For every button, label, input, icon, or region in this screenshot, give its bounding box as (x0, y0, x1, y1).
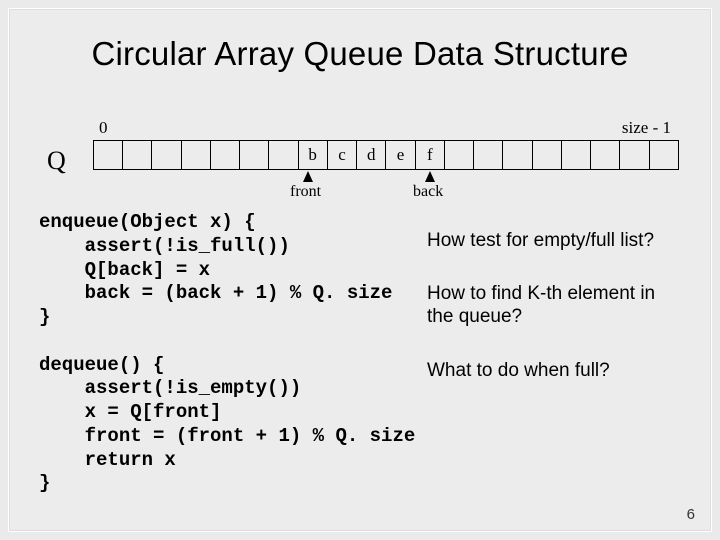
cell: d (357, 141, 386, 170)
cell (94, 141, 123, 170)
cell (503, 141, 532, 170)
slide-title: Circular Array Queue Data Structure (9, 35, 711, 73)
enqueue-code: enqueue(Object x) { assert(!is_full()) Q… (39, 211, 392, 328)
front-pointer-label: front (290, 183, 321, 201)
cell (445, 141, 474, 170)
cell: e (386, 141, 415, 170)
question-list: How test for empty/full list? How to fin… (427, 229, 683, 412)
cell (240, 141, 269, 170)
cell (591, 141, 620, 170)
slide: Circular Array Queue Data Structure Q 0 … (8, 8, 712, 532)
question-when-full: What to do when full? (427, 359, 683, 382)
cell (620, 141, 649, 170)
cell (474, 141, 503, 170)
back-pointer-label: back (413, 183, 443, 201)
index-zero-label: 0 (99, 118, 108, 138)
cell (269, 141, 298, 170)
back-arrow-icon (425, 171, 435, 182)
front-arrow-icon (303, 171, 313, 182)
queue-name-label: Q (47, 146, 66, 176)
queue-diagram: Q 0 size - 1 b c d e f (47, 124, 679, 212)
index-size-label: size - 1 (622, 118, 671, 138)
dequeue-code: dequeue() { assert(!is_empty()) x = Q[fr… (39, 354, 415, 495)
cell (561, 141, 590, 170)
cell: f (415, 141, 444, 170)
cell: c (327, 141, 356, 170)
cell (181, 141, 210, 170)
page-number: 6 (687, 506, 695, 523)
question-empty-full: How test for empty/full list? (427, 229, 683, 252)
cell: b (298, 141, 327, 170)
cell (532, 141, 561, 170)
code-block: enqueue(Object x) { assert(!is_full()) Q… (39, 211, 449, 496)
question-kth-element: How to find K-th element in the queue? (427, 282, 683, 328)
cell (123, 141, 152, 170)
cell (649, 141, 678, 170)
cell (210, 141, 239, 170)
cell (152, 141, 181, 170)
queue-array: b c d e f (93, 140, 679, 170)
